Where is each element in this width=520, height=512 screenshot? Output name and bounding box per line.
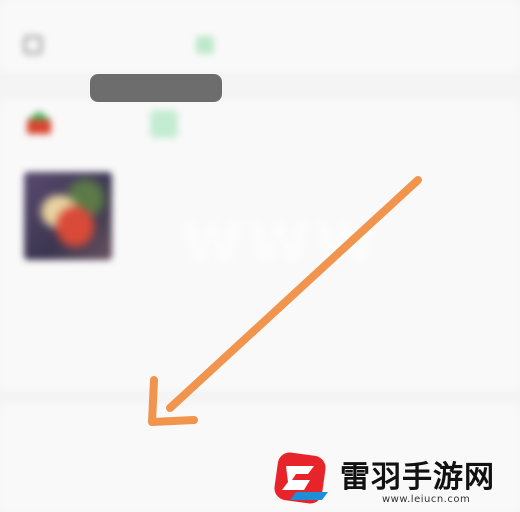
annotation-arrow <box>148 176 422 426</box>
arrow-shaft <box>166 176 422 412</box>
site-logo-icon <box>270 450 334 506</box>
site-logo-url: www.leiucn.com <box>382 494 471 505</box>
site-logo-name: 雷羽手游网 <box>340 460 495 495</box>
